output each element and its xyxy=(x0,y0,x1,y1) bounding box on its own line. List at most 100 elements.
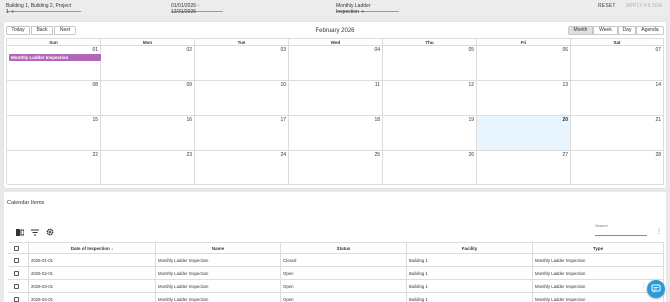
day-number: 10 xyxy=(280,82,286,88)
day-cell[interactable]: 16 xyxy=(101,116,195,151)
day-number: 09 xyxy=(186,82,192,88)
cell-facility: Building 1 xyxy=(406,254,532,267)
search-input[interactable] xyxy=(595,235,647,236)
column-header-name[interactable]: Name xyxy=(155,243,280,254)
reset-button[interactable]: RESET xyxy=(598,3,616,9)
weekday-header: Wed xyxy=(289,39,383,46)
columns-icon[interactable] xyxy=(16,229,25,238)
table-header: Date of Inspection ↓ Name Status Facilit… xyxy=(8,242,664,254)
day-cell[interactable]: 18 xyxy=(289,116,383,151)
filter-icon[interactable] xyxy=(31,229,39,238)
day-number: 15 xyxy=(92,117,98,123)
day-cell[interactable]: 21 xyxy=(571,116,664,151)
day-cell[interactable]: 15 xyxy=(7,116,101,151)
apply-filter-button[interactable]: APPLY FILTER xyxy=(626,3,662,9)
view-month-button[interactable]: Month xyxy=(568,26,593,35)
day-number: 24 xyxy=(280,152,286,158)
column-header-status[interactable]: Status xyxy=(280,243,406,254)
table-row[interactable]: 2026-04-01 Monthly Ladder Inspection Ope… xyxy=(8,293,664,302)
day-cell[interactable]: 19 xyxy=(383,116,477,151)
calendar-items-card: Calendar Items Search ⋮ Date of Inspecti… xyxy=(4,192,666,302)
cell-status: Open xyxy=(280,280,406,293)
weekday-header: Thu xyxy=(383,39,477,46)
cell-facility: Building 1 xyxy=(406,267,532,280)
chat-button[interactable] xyxy=(647,280,665,298)
chat-icon xyxy=(651,284,661,293)
cell-type: Monthly Ladder Inspection xyxy=(532,254,664,267)
day-number: 26 xyxy=(468,152,474,158)
view-week-button[interactable]: Week xyxy=(593,26,618,35)
cell-date: 2026-01-01 xyxy=(28,254,155,267)
day-cell[interactable]: 25 xyxy=(289,151,383,185)
day-cell[interactable]: 09 xyxy=(101,81,195,116)
table-row[interactable]: 2026-03-01 Monthly Ladder Inspection Ope… xyxy=(8,280,664,293)
row-checkbox[interactable] xyxy=(14,284,19,289)
day-cell[interactable]: 23 xyxy=(101,151,195,185)
weekday-header: Sun xyxy=(7,39,101,46)
day-cell[interactable]: 24 xyxy=(195,151,289,185)
date-range-input[interactable]: 01/01/2026 - 12/31/2026 xyxy=(171,3,223,15)
day-cell[interactable]: 10 xyxy=(195,81,289,116)
day-cell[interactable]: 14 xyxy=(571,81,664,116)
day-number: 05 xyxy=(468,47,474,53)
month-grid: Sun Mon Tue Wed Thu Fri Sat 01 Monthly La… xyxy=(6,38,664,185)
type-select[interactable]: Monthly Ladder Inspection ▼ xyxy=(336,3,399,15)
day-cell[interactable]: 11 xyxy=(289,81,383,116)
day-cell-today[interactable]: 20 xyxy=(477,116,571,151)
cell-type: Monthly Ladder Inspection xyxy=(532,293,664,302)
cell-name: Monthly Ladder Inspection xyxy=(155,293,280,302)
calendar-event[interactable]: Monthly Ladder Inspection xyxy=(9,54,101,61)
building-select[interactable]: Building 1, Building 2, Project 1 ▼ xyxy=(6,3,81,15)
day-number: 06 xyxy=(562,47,568,53)
day-cell[interactable]: 26 xyxy=(383,151,477,185)
day-cell[interactable]: 27 xyxy=(477,151,571,185)
cell-facility: Building 1 xyxy=(406,293,532,302)
day-cell[interactable]: 05 xyxy=(383,46,477,81)
day-number: 18 xyxy=(374,117,380,123)
day-cell[interactable]: 04 xyxy=(289,46,383,81)
weekday-header: Mon xyxy=(101,39,195,46)
table-row[interactable]: 2026-02-01 Monthly Ladder Inspection Ope… xyxy=(8,267,664,280)
cell-name: Monthly Ladder Inspection xyxy=(155,280,280,293)
day-cell[interactable]: 03 xyxy=(195,46,289,81)
row-checkbox[interactable] xyxy=(14,271,19,276)
day-number: 04 xyxy=(374,47,380,53)
day-number: 11 xyxy=(374,82,380,88)
gear-icon[interactable] xyxy=(46,228,54,238)
cell-status: Closed xyxy=(280,254,406,267)
select-all-checkbox[interactable] xyxy=(14,246,19,251)
chevron-down-icon: ▼ xyxy=(360,9,365,14)
view-agenda-button[interactable]: Agenda xyxy=(636,26,664,35)
column-header-type[interactable]: Type xyxy=(532,243,664,254)
day-cell[interactable]: 22 xyxy=(7,151,101,185)
day-cell[interactable]: 17 xyxy=(195,116,289,151)
day-cell[interactable]: 28 xyxy=(571,151,664,185)
table-row[interactable]: 2026-01-01 Monthly Ladder Inspection Clo… xyxy=(8,254,664,267)
day-cell[interactable]: 13 xyxy=(477,81,571,116)
day-number: 25 xyxy=(374,152,380,158)
day-number: 08 xyxy=(92,82,98,88)
day-number: 13 xyxy=(562,82,568,88)
day-number: 14 xyxy=(655,82,661,88)
day-cell[interactable]: 01 Monthly Ladder Inspection xyxy=(7,46,101,81)
cell-status: Open xyxy=(280,267,406,280)
more-options-icon[interactable]: ⋮ xyxy=(656,228,662,235)
column-header-facility[interactable]: Facility xyxy=(406,243,532,254)
type-select-value: Monthly Ladder Inspection xyxy=(336,3,371,15)
calendar-card: Today Back Next February 2026 Month Week… xyxy=(4,22,666,188)
day-cell[interactable]: 02 xyxy=(101,46,195,81)
cell-date: 2026-03-01 xyxy=(28,280,155,293)
row-checkbox[interactable] xyxy=(14,258,19,263)
day-cell[interactable]: 07 xyxy=(571,46,664,81)
day-number: 16 xyxy=(186,117,192,123)
column-header-date[interactable]: Date of Inspection ↓ xyxy=(28,243,155,254)
view-day-button[interactable]: Day xyxy=(618,26,636,35)
day-cell[interactable]: 06 xyxy=(477,46,571,81)
row-checkbox[interactable] xyxy=(14,297,19,302)
day-cell[interactable]: 08 xyxy=(7,81,101,116)
day-cell[interactable]: 12 xyxy=(383,81,477,116)
weekday-header: Fri xyxy=(477,39,571,46)
day-number: 23 xyxy=(186,152,192,158)
day-number: 12 xyxy=(468,82,474,88)
day-number: 19 xyxy=(468,117,474,123)
